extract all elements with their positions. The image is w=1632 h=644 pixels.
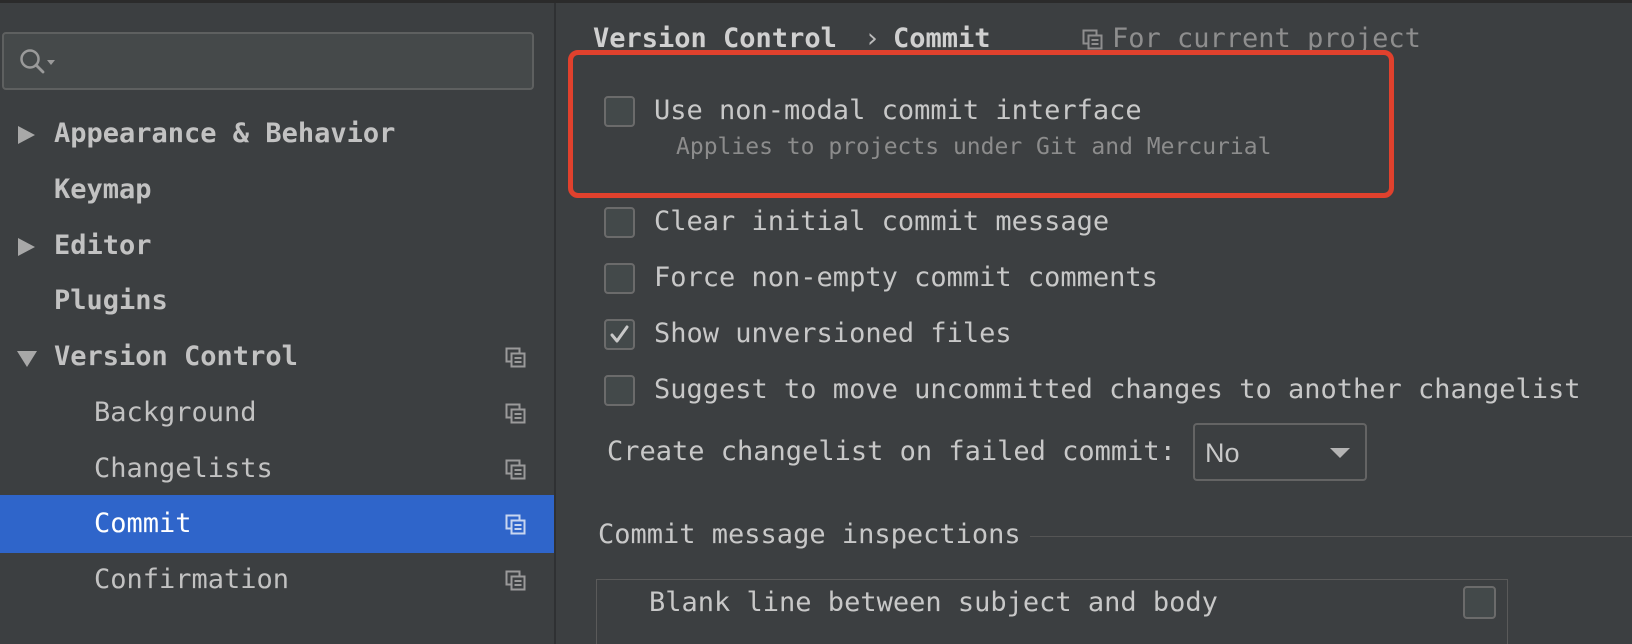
expand-arrow-icon[interactable] xyxy=(16,237,38,257)
project-scope-icon xyxy=(1082,29,1103,50)
changelist-on-fail-label: Create changelist on failed commit: xyxy=(607,436,1176,467)
force-comments-option[interactable]: Force non-empty commit comments xyxy=(604,261,1184,303)
project-scope-icon xyxy=(505,459,526,480)
changelist-on-fail-select[interactable]: No xyxy=(1193,423,1367,481)
settings-sidebar: Appearance & Behavior Keymap Editor Plug… xyxy=(0,3,554,644)
sidebar-item-label: Keymap xyxy=(54,174,152,205)
sidebar-item-label: Editor xyxy=(54,230,152,261)
sidebar-item-plugins[interactable]: Plugins xyxy=(0,272,554,330)
project-scope-icon xyxy=(505,403,526,424)
sidebar-item-label: Plugins xyxy=(54,285,168,316)
collapse-arrow-icon[interactable] xyxy=(16,348,38,368)
settings-window: Appearance & Behavior Keymap Editor Plug… xyxy=(0,0,1632,644)
sidebar-item-version-control[interactable]: Version Control xyxy=(0,328,554,386)
changelist-on-fail-value: No xyxy=(1205,438,1240,468)
suggest-move-option[interactable]: Suggest to move uncommitted changes to a… xyxy=(604,373,1624,415)
expand-arrow-icon[interactable] xyxy=(16,125,38,145)
clear-message-label[interactable]: Clear initial commit message xyxy=(654,205,1109,239)
blank-line-inspection-checkbox[interactable] xyxy=(1463,586,1496,619)
checkmark-icon xyxy=(610,325,629,343)
sidebar-item-label: Changelists xyxy=(94,453,273,484)
sidebar-item-changelists[interactable]: Changelists xyxy=(0,440,554,498)
project-scope-icon xyxy=(505,570,526,591)
sidebar-item-label: Confirmation xyxy=(94,564,290,595)
sidebar-item-label: Appearance & Behavior xyxy=(54,118,396,149)
commit-settings-panel: Version Control › Commit For current pro… xyxy=(556,3,1632,644)
annotation-highlight-box xyxy=(568,50,1394,198)
sidebar-item-editor[interactable]: Editor xyxy=(0,217,554,275)
search-icon[interactable] xyxy=(18,48,62,76)
clear-message-checkbox[interactable] xyxy=(604,207,635,238)
sidebar-item-commit[interactable]: Commit xyxy=(0,495,554,553)
show-unversioned-label[interactable]: Show unversioned files xyxy=(654,317,1012,351)
show-unversioned-option[interactable]: Show unversioned files xyxy=(604,317,1054,359)
show-unversioned-checkbox[interactable] xyxy=(604,319,635,350)
sidebar-item-appearance[interactable]: Appearance & Behavior xyxy=(0,105,554,163)
suggest-move-label[interactable]: Suggest to move uncommitted changes to a… xyxy=(654,373,1581,407)
sidebar-item-confirmation[interactable]: Confirmation xyxy=(0,551,554,609)
inspections-table: Blank line between subject and body xyxy=(596,579,1508,644)
table-row[interactable]: Blank line between subject and body xyxy=(649,586,1218,620)
force-comments-checkbox[interactable] xyxy=(604,263,635,294)
sidebar-item-label: Commit xyxy=(94,508,192,539)
sidebar-item-background[interactable]: Background xyxy=(0,384,554,442)
clear-message-option[interactable]: Clear initial commit message xyxy=(604,205,1144,247)
project-scope-icon xyxy=(505,514,526,535)
sidebar-item-keymap[interactable]: Keymap xyxy=(0,161,554,219)
sidebar-item-label: Background xyxy=(94,397,257,428)
inspections-section-title: Commit message inspections xyxy=(598,519,1021,550)
section-divider xyxy=(1030,536,1632,537)
suggest-move-checkbox[interactable] xyxy=(604,375,635,406)
sidebar-item-label: Version Control xyxy=(54,341,298,372)
chevron-down-icon xyxy=(1330,448,1350,458)
project-scope-icon xyxy=(505,347,526,368)
search-field[interactable] xyxy=(2,32,534,90)
force-comments-label[interactable]: Force non-empty commit comments xyxy=(654,261,1158,295)
